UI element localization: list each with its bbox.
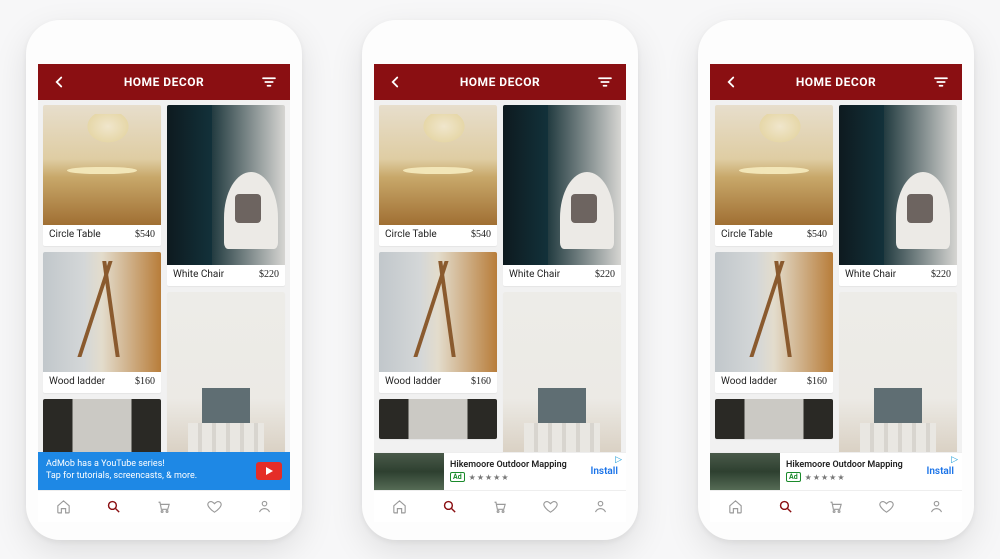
nav-profile-icon[interactable]: [591, 496, 611, 516]
ad-line2: Tap for tutorials, screencasts, & more.: [46, 471, 197, 482]
ad-install-button[interactable]: Install: [582, 466, 626, 477]
product-name: Wood ladder: [721, 376, 777, 387]
nav-favorites-icon[interactable]: [540, 496, 560, 516]
product-name: Circle Table: [385, 229, 437, 240]
ad-install-button[interactable]: Install: [918, 466, 962, 477]
product-price: $220: [931, 269, 951, 280]
ad-info-icon[interactable]: ▷: [615, 455, 622, 465]
product-card-white-chair[interactable]: White Chair $220: [839, 105, 957, 286]
product-price: $540: [135, 229, 155, 240]
ad-thumbnail: [374, 453, 444, 490]
ad-badge: Ad: [450, 472, 465, 482]
product-image: [715, 252, 833, 372]
ad-banner-youtube[interactable]: AdMob has a YouTube series! Tap for tuto…: [38, 452, 290, 490]
screen: HOME DECOR Circle Table $540 Wood ladder: [38, 64, 290, 522]
product-grid: Circle Table $540 Wood ladder $160: [38, 100, 290, 490]
page-title: HOME DECOR: [796, 75, 876, 89]
product-name: White Chair: [173, 269, 224, 280]
ad-banner-native[interactable]: Hikemoore Outdoor Mapping Ad ★★★★★ Insta…: [710, 452, 962, 490]
app-bar: HOME DECOR: [710, 64, 962, 100]
product-image: [43, 105, 161, 225]
product-image: [715, 105, 833, 225]
ad-banner-native[interactable]: Hikemoore Outdoor Mapping Ad ★★★★★ Insta…: [374, 452, 626, 490]
nav-cart-icon[interactable]: [154, 496, 174, 516]
filter-icon[interactable]: [596, 73, 614, 91]
product-card-circle-table[interactable]: Circle Table $540: [715, 105, 833, 246]
nav-home-icon[interactable]: [53, 496, 73, 516]
product-price: $160: [135, 376, 155, 387]
ad-title: Hikemoore Outdoor Mapping: [450, 460, 576, 470]
ad-line1: AdMob has a YouTube series!: [46, 459, 197, 470]
nav-search-icon[interactable]: [440, 496, 460, 516]
nav-profile-icon[interactable]: [255, 496, 275, 516]
product-price: $220: [259, 269, 279, 280]
ad-title: Hikemoore Outdoor Mapping: [786, 460, 912, 470]
product-name: Wood ladder: [49, 376, 105, 387]
product-name: Circle Table: [721, 229, 773, 240]
bottom-nav: [710, 490, 962, 522]
product-price: $540: [807, 229, 827, 240]
ad-stars: ★★★★★: [469, 473, 510, 482]
screen: HOME DECOR Circle Table $540 Wood ladder…: [710, 64, 962, 522]
filter-icon[interactable]: [260, 73, 278, 91]
product-card-wood-ladder[interactable]: Wood ladder $160: [43, 252, 161, 393]
product-image: [379, 105, 497, 225]
ad-badge: Ad: [786, 472, 801, 482]
product-price: $220: [595, 269, 615, 280]
nav-favorites-icon[interactable]: [204, 496, 224, 516]
product-card-circle-table[interactable]: Circle Table $540: [379, 105, 497, 246]
nav-search-icon[interactable]: [104, 496, 124, 516]
product-card-partial[interactable]: [43, 399, 161, 459]
nav-favorites-icon[interactable]: [876, 496, 896, 516]
bottom-nav: [374, 490, 626, 522]
nav-search-icon[interactable]: [776, 496, 796, 516]
product-price: $540: [471, 229, 491, 240]
product-image: [715, 399, 833, 439]
product-card-white-chair[interactable]: White Chair $220: [503, 105, 621, 286]
product-name: White Chair: [845, 269, 896, 280]
bottom-nav: [38, 490, 290, 522]
page-title: HOME DECOR: [460, 75, 540, 89]
screen: HOME DECOR Circle Table $540 Wood ladder…: [374, 64, 626, 522]
ad-info-icon[interactable]: ▷: [951, 455, 958, 465]
phone-mockup: HOME DECOR Circle Table $540 Wood ladder…: [698, 20, 974, 540]
nav-cart-icon[interactable]: [490, 496, 510, 516]
back-icon[interactable]: [50, 73, 68, 91]
product-image: [167, 105, 285, 265]
product-image: [503, 105, 621, 265]
product-image: [379, 252, 497, 372]
ad-stars: ★★★★★: [805, 473, 846, 482]
product-card-wood-ladder[interactable]: Wood ladder $160: [715, 252, 833, 393]
product-grid: Circle Table $540 Wood ladder $160: [374, 100, 626, 490]
product-card-partial[interactable]: [379, 399, 497, 439]
youtube-play-icon: [256, 462, 282, 480]
product-card-circle-table[interactable]: Circle Table $540: [43, 105, 161, 246]
nav-home-icon[interactable]: [389, 496, 409, 516]
product-card-wood-ladder[interactable]: Wood ladder $160: [379, 252, 497, 393]
phone-mockup: HOME DECOR Circle Table $540 Wood ladder…: [362, 20, 638, 540]
back-icon[interactable]: [386, 73, 404, 91]
product-image: [43, 252, 161, 372]
product-price: $160: [471, 376, 491, 387]
app-bar: HOME DECOR: [38, 64, 290, 100]
product-image: [839, 105, 957, 265]
product-name: Circle Table: [49, 229, 101, 240]
phone-mockup: HOME DECOR Circle Table $540 Wood ladder: [26, 20, 302, 540]
ad-thumbnail: [710, 453, 780, 490]
back-icon[interactable]: [722, 73, 740, 91]
product-price: $160: [807, 376, 827, 387]
product-name: Wood ladder: [385, 376, 441, 387]
nav-profile-icon[interactable]: [927, 496, 947, 516]
product-card-white-chair[interactable]: White Chair $220: [167, 105, 285, 286]
nav-home-icon[interactable]: [725, 496, 745, 516]
product-image: [43, 399, 161, 459]
app-bar: HOME DECOR: [374, 64, 626, 100]
page-title: HOME DECOR: [124, 75, 204, 89]
nav-cart-icon[interactable]: [826, 496, 846, 516]
product-grid: Circle Table $540 Wood ladder $160: [710, 100, 962, 490]
product-image: [379, 399, 497, 439]
product-card-partial[interactable]: [715, 399, 833, 439]
product-name: White Chair: [509, 269, 560, 280]
filter-icon[interactable]: [932, 73, 950, 91]
